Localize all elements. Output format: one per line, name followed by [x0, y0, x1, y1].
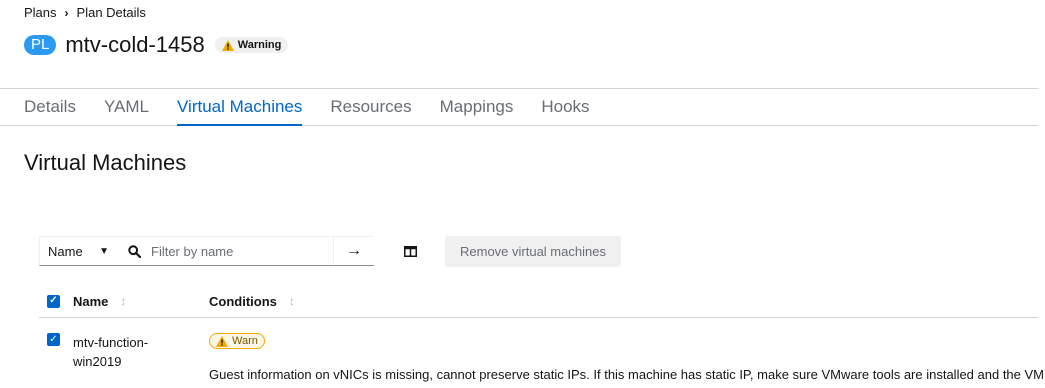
select-all-checkbox[interactable]: ✓	[47, 294, 60, 308]
column-header-conditions-label: Conditions	[209, 293, 277, 309]
tab-mappings[interactable]: Mappings	[426, 89, 528, 125]
column-header-conditions[interactable]: Conditions ↕	[209, 294, 295, 309]
search-submit-button[interactable]: →	[334, 236, 374, 266]
condition-badge: Warn	[209, 333, 265, 349]
kind-badge: PL	[24, 35, 57, 55]
manage-columns-button[interactable]	[400, 241, 420, 261]
condition-message: Guest information on vNICs is missing, c…	[209, 367, 1045, 382]
breadcrumb-current: Plan Details	[76, 5, 146, 20]
tab-resources[interactable]: Resources	[316, 89, 425, 125]
table-toolbar: Name ▼ → Remove virtual machines	[39, 235, 621, 267]
tab-yaml[interactable]: YAML	[90, 89, 163, 125]
page-title: mtv-cold-1458	[65, 32, 205, 57]
breadcrumb-plans-link[interactable]: Plans	[24, 5, 57, 20]
warning-icon	[221, 39, 234, 51]
tab-bar: Details YAML Virtual Machines Resources …	[0, 88, 1038, 126]
arrow-right-icon: →	[346, 242, 362, 259]
search-icon	[128, 244, 141, 258]
breadcrumb: Plans › Plan Details	[24, 5, 146, 20]
remove-virtual-machines-button[interactable]: Remove virtual machines	[445, 235, 621, 267]
chevron-right-icon: ›	[64, 5, 69, 20]
warning-icon	[216, 335, 228, 347]
sort-icon: ↕	[120, 294, 127, 308]
page-header: PL mtv-cold-1458 Warning	[24, 32, 289, 58]
filter-attribute-value: Name	[48, 243, 83, 259]
row-checkbox[interactable]: ✓	[47, 333, 60, 346]
columns-icon	[403, 245, 417, 257]
status-text: Warning	[237, 39, 282, 51]
table-header-row: ✓ Name ↕ Conditions ↕	[39, 285, 1038, 318]
column-header-name[interactable]: Name ↕	[73, 294, 126, 309]
filter-attribute-select[interactable]: Name ▼	[39, 236, 119, 266]
table-row: ✓ mtv-function-win2019 Warn Guest inform…	[39, 330, 1045, 388]
tab-details[interactable]: Details	[10, 89, 90, 125]
search-input[interactable]	[149, 242, 333, 260]
tab-hooks[interactable]: Hooks	[527, 89, 603, 125]
search-box	[119, 236, 334, 266]
sort-icon: ↕	[288, 294, 295, 308]
vm-name-cell: mtv-function-win2019	[73, 335, 149, 369]
section-title: Virtual Machines	[24, 150, 187, 175]
caret-down-icon: ▼	[99, 245, 109, 257]
status-badge: Warning	[214, 37, 289, 53]
column-header-name-label: Name	[73, 293, 109, 309]
condition-label-text: Warn	[232, 335, 258, 347]
tab-virtual-machines[interactable]: Virtual Machines	[163, 89, 316, 126]
